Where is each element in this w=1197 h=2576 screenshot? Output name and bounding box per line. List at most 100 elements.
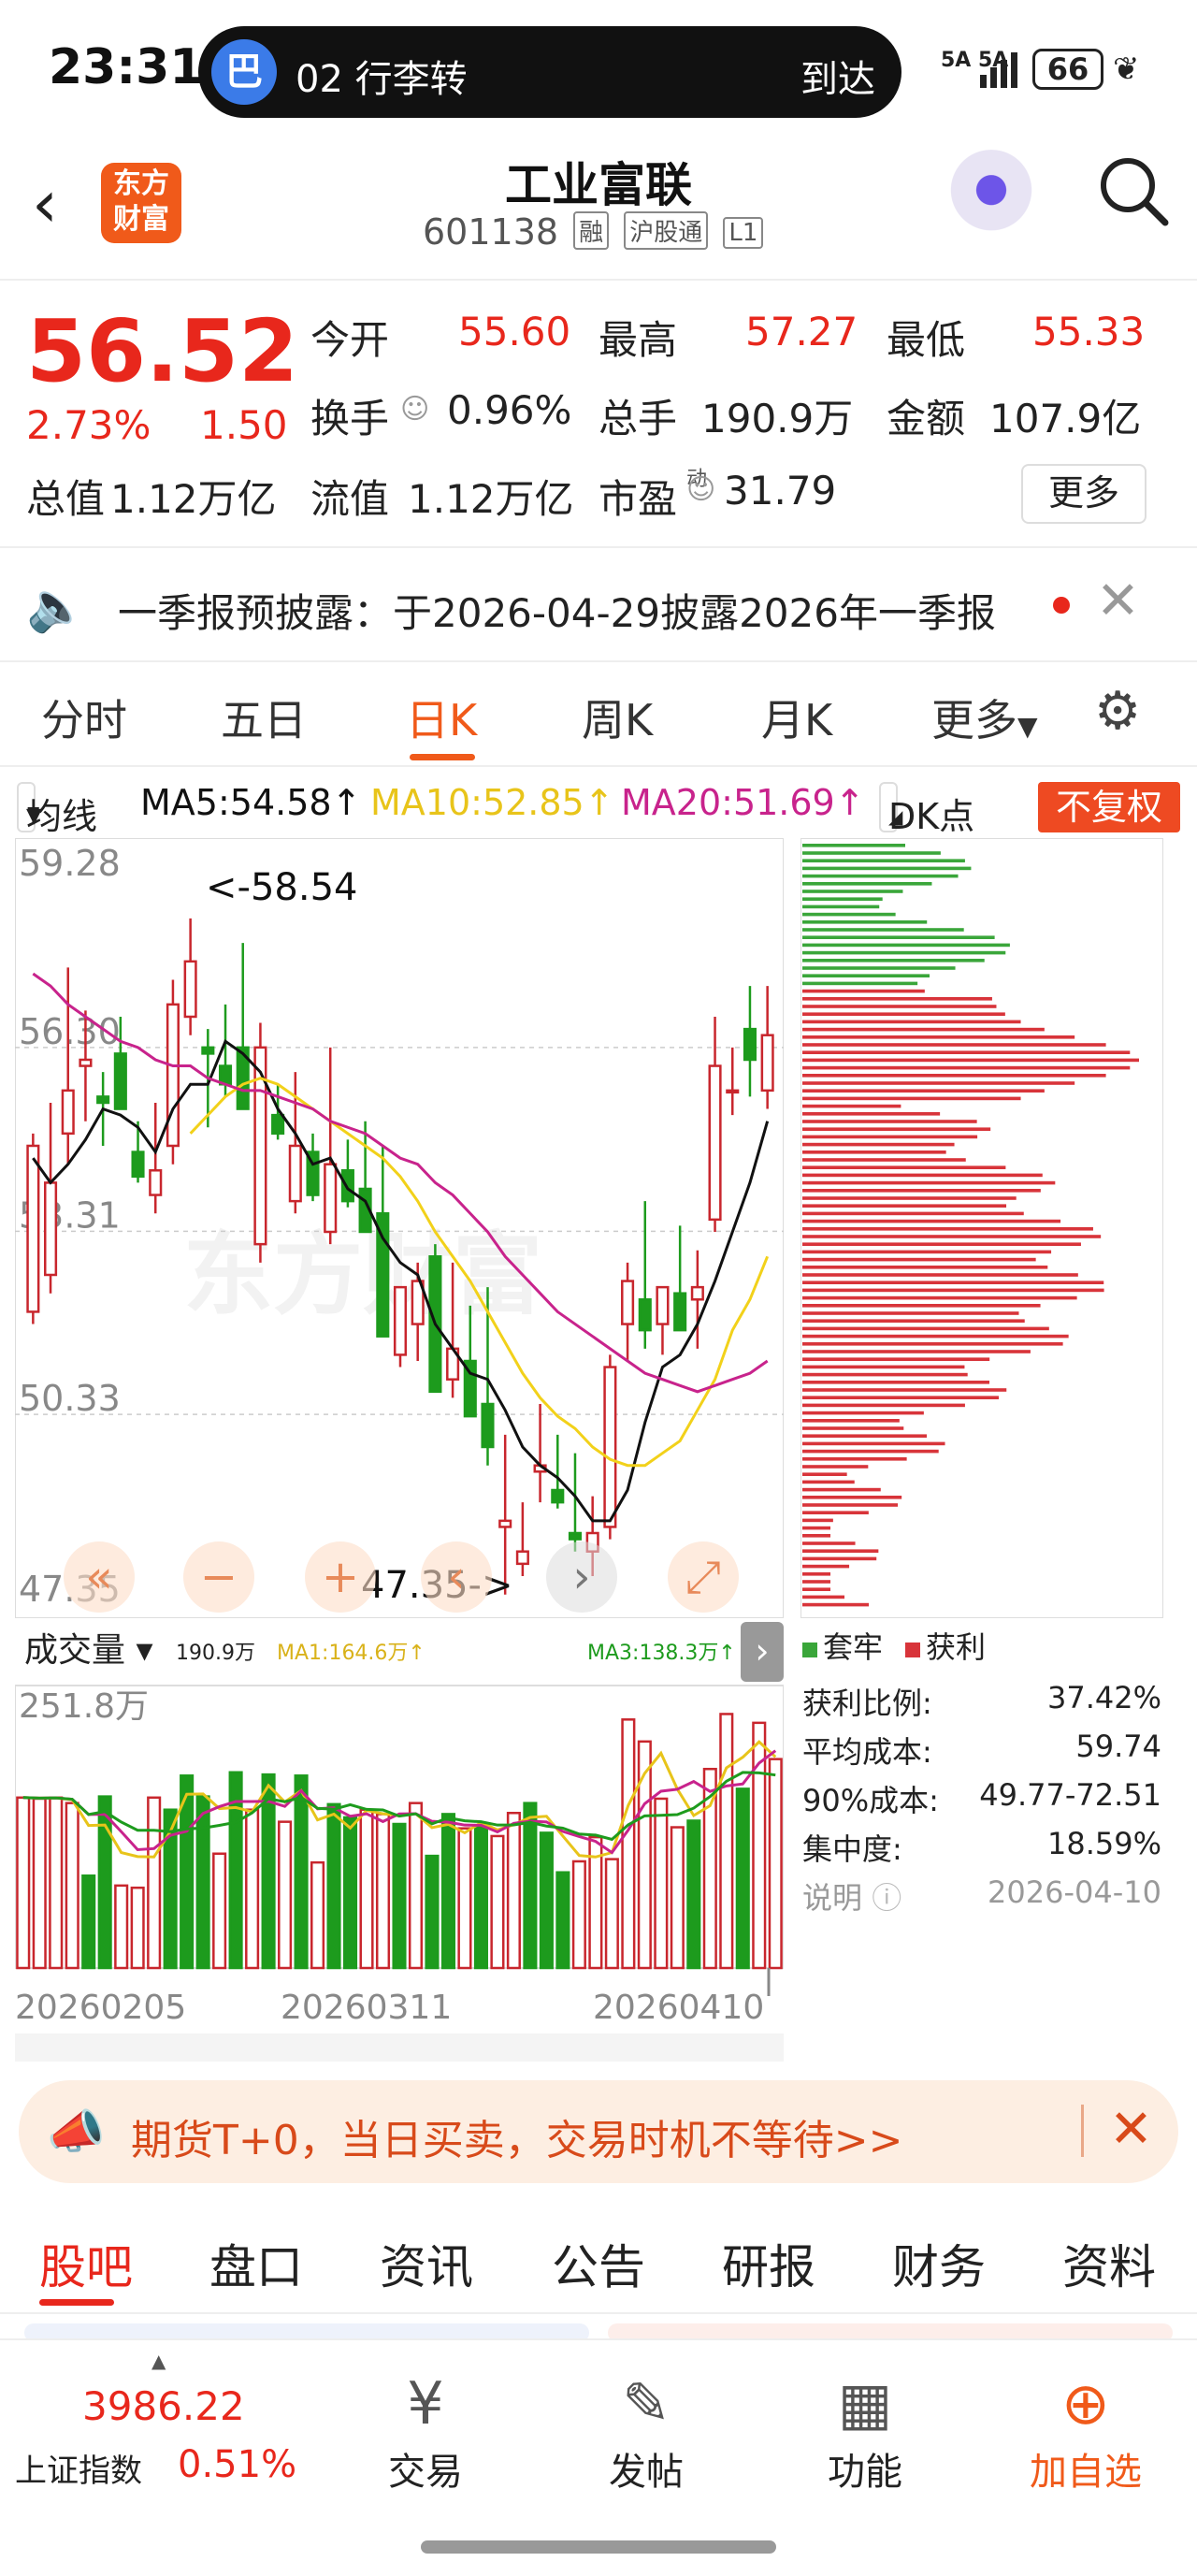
volume-bar-up [359,1808,374,1970]
chip-stat-row: 获利比例: 37.42% [802,1680,1161,1723]
nav-post[interactable]: ✎ 发帖 [576,2366,716,2496]
chip-bar-profit [802,989,925,993]
chip-bar-trapped [802,974,930,977]
chip-bar-profit [802,1388,1007,1392]
ma5-label: MA5:54.58↑ [140,782,362,823]
tab-guba[interactable]: 股吧 [39,2230,133,2297]
tab-announcements[interactable]: 公告 [552,2230,645,2297]
indicator-select[interactable]: 均线 ▼ [17,782,97,837]
pe-value: 31.79 [724,468,837,514]
close-icon[interactable]: ✕ [1096,571,1140,631]
chip-bar-profit [802,1526,830,1530]
chip-bar-profit [802,1304,1041,1308]
volume-bar-down [555,1871,570,1970]
chip-bar-profit [802,1219,1061,1223]
chip-stat-label: 平均成本: [802,1734,932,1770]
last-price: 56.52 [26,301,299,401]
notice-bar[interactable]: 🔈 一季报预披露：于2026-04-29披露2026年一季报 ✕ [0,550,1197,662]
candle-down [271,1113,285,1136]
chip-bar-profit [802,1050,1131,1054]
fullscreen-icon[interactable]: ⤢ [668,1541,739,1613]
tab-financials[interactable]: 财务 [892,2230,986,2297]
candle-up [324,1163,338,1234]
info-icon[interactable]: ☺ [400,393,429,426]
candle-up [26,1144,40,1313]
svg-text:+: + [322,1551,359,1603]
zoom-out-icon[interactable]: − [183,1541,254,1613]
caret-up-icon: ▲ [151,2350,166,2372]
volume-bar-up [408,1802,424,1970]
chip-bar-profit [802,1281,1104,1284]
tab-daily-k[interactable]: 日K [406,687,477,748]
candlestick-chart[interactable]: 东方财富59.2856.3053.3150.3347.35<-58.5447.3… [15,838,784,1618]
prev-icon[interactable]: ‹ [421,1541,492,1613]
volume-bar-down [195,1795,210,1970]
chip-bar-profit [802,1396,999,1399]
volume-bar-down [686,1819,701,1970]
tab-weekly-k[interactable]: 周K [582,687,653,748]
market-cap-label: 总值 [26,476,106,522]
settings-gear-icon[interactable]: ⚙ [1094,681,1141,742]
tab-more[interactable]: 更多▼ [931,687,1038,748]
chip-stat-value: 37.42% [1046,1680,1161,1715]
volume-footer-band [15,2033,784,2062]
zoom-in-icon[interactable]: + [305,1541,376,1613]
tab-five-day[interactable]: 五日 [221,687,307,748]
rewind-icon[interactable]: « [64,1541,135,1613]
ad-close-icon[interactable]: ✕ [1109,2099,1153,2160]
tab-handicap[interactable]: 盘口 [209,2230,303,2297]
adjust-button[interactable]: 不复权 [1038,782,1180,832]
tag-level: L1 [723,217,764,249]
home-indicator[interactable] [421,2540,776,2554]
info-circle-icon[interactable]: ⓘ [862,1880,901,1916]
futures-ad-banner[interactable]: 📣 期货T+0，当日买卖，交易时机不等待>> ✕ [19,2080,1178,2183]
pe-info-icon[interactable]: ☺ [686,473,715,506]
assistant-robot-icon[interactable] [946,150,1036,239]
tab-research[interactable]: 研报 [722,2230,815,2297]
notice-text: 一季报预披露：于2026-04-29披露2026年一季报 [118,590,996,636]
chip-bar-profit [802,1273,1078,1277]
index-value: 3986.22 [82,2383,245,2429]
high-value: 57.27 [745,309,858,355]
tab-intraday[interactable]: 分时 [41,687,127,748]
tab-profile[interactable]: 资料 [1062,2230,1156,2297]
stock-header: ‹ 东方财富 工业富联 601138 融 沪股通 L1 [0,140,1197,281]
chip-stat-label[interactable]: 说明 [802,1880,862,1916]
live-activity-pill[interactable]: 巴 02 行李转 到达 [198,26,901,118]
volume-latest: 190.9万 [176,1642,255,1665]
dk-point-select[interactable]: DK点 ◢ [879,782,974,837]
chip-bar-profit [802,1012,1005,1016]
more-quote-button[interactable]: 更多 [1021,464,1147,524]
index-ticker[interactable]: ▲ 3986.22 上证指数 0.51% [0,2350,309,2537]
chip-bar-trapped [802,890,903,893]
volume-bar-up [457,1827,472,1970]
amount-label: 金额 [887,396,966,441]
volume-bar-down [392,1822,407,1970]
chip-bar-profit [802,1204,1007,1208]
expand-indicator-button[interactable]: › [741,1622,784,1682]
search-icon[interactable] [1096,153,1171,228]
candle-down [340,1169,354,1203]
legend-profit: 获利 [905,1629,986,1665]
volume-bar-up [32,1797,47,1970]
nav-functions[interactable]: ▦ 功能 [795,2366,935,2496]
chip-bar-profit [802,1587,830,1591]
next-icon[interactable]: › [546,1541,617,1613]
tab-news[interactable]: 资讯 [380,2230,473,2297]
candle-up [393,1285,408,1356]
index-name: 上证指数 [15,2453,142,2490]
chip-bar-profit [802,1365,965,1369]
nav-add-label: 加自选 [1030,2451,1142,2494]
candle-up [515,1550,529,1566]
open-value: 55.60 [458,309,571,355]
tag-connect: 沪股通 [624,211,709,250]
chip-stats-panel: 套牢 获利 获利比例: 37.42% 平均成本: 59.74 90%成本: 49.77-72.… [800,1622,1163,1921]
nav-trade[interactable]: ¥ 交易 [355,2366,496,2496]
chip-bar-profit [802,1403,965,1408]
chip-bar-profit [802,1342,1063,1346]
volume-chart[interactable]: 成交量 ▾ 190.9万 MA1:164.6万↑ MA3:138.3万↑ › 251.8万… [15,1622,784,2062]
chip-bar-profit [802,1096,1021,1101]
nav-add-watchlist[interactable]: ⊕ 加自选 [1016,2366,1156,2496]
tab-monthly-k[interactable]: 月K [761,687,832,748]
chip-bar-profit [802,1196,1017,1200]
